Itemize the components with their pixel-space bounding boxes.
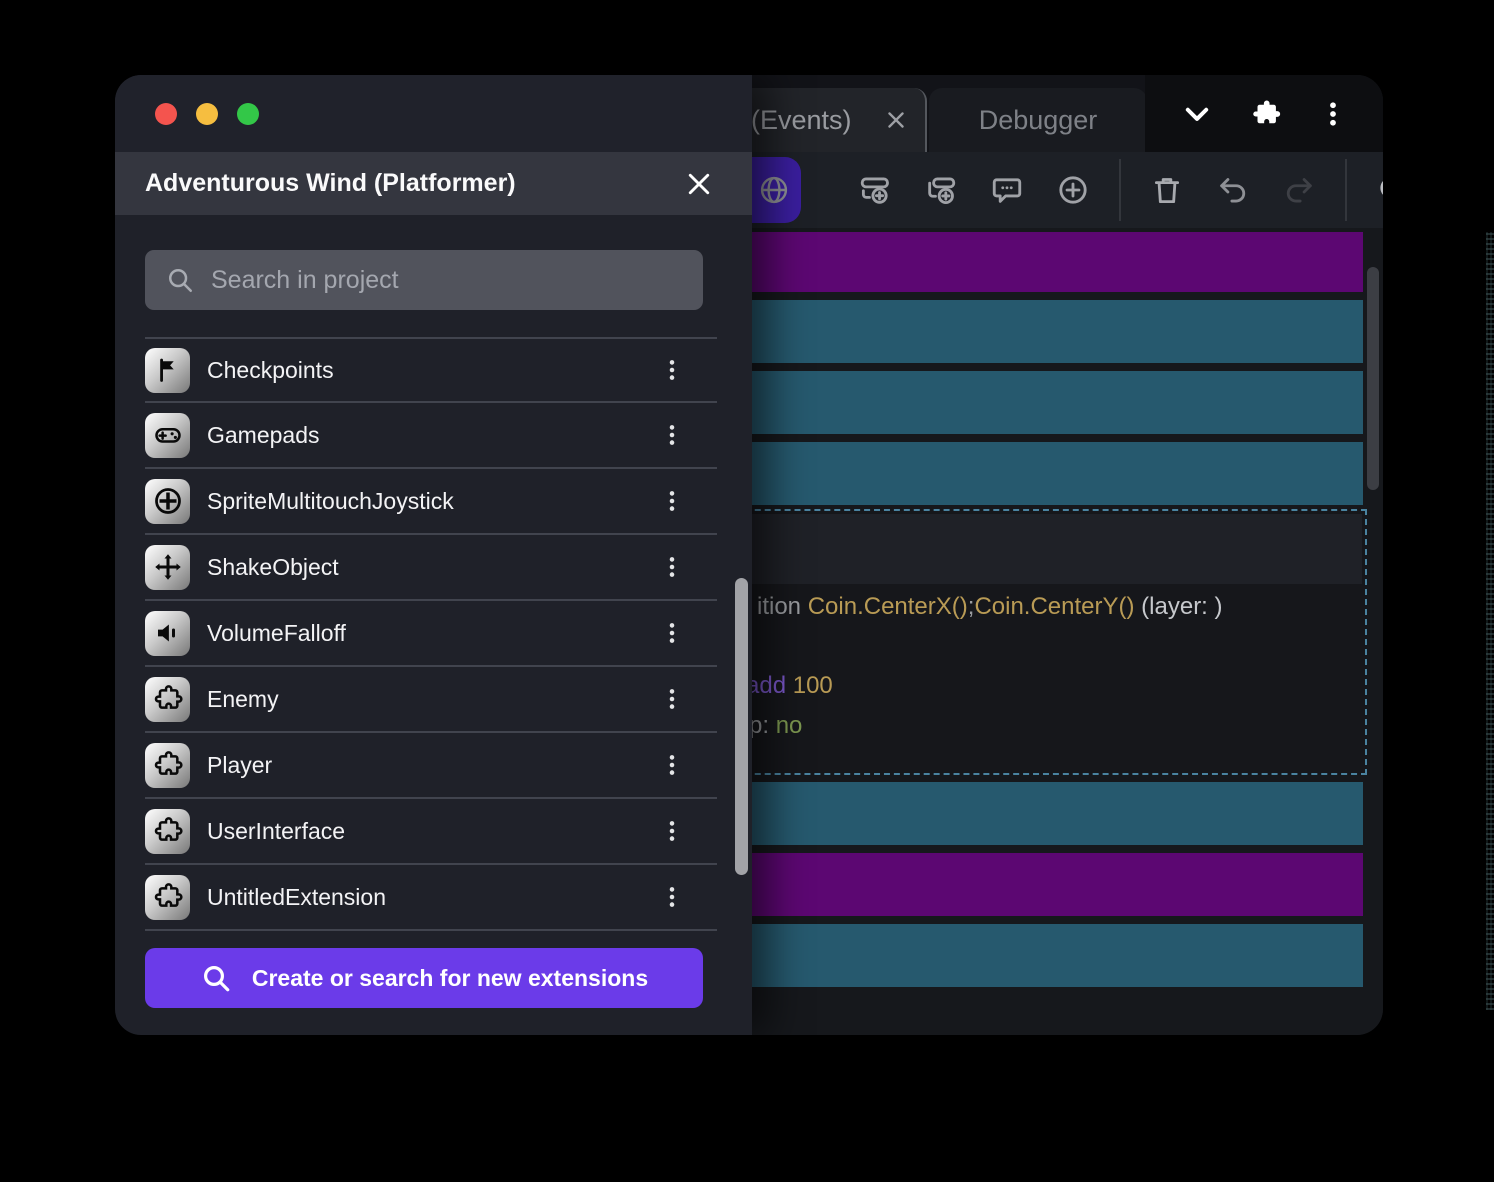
delete-icon[interactable] (1147, 170, 1187, 210)
event-row-purple[interactable] (715, 232, 1363, 292)
puzzle-outline-icon (145, 875, 190, 920)
item-menu-button[interactable] (657, 357, 687, 383)
item-menu-button[interactable] (657, 884, 687, 910)
screen-edge-artifact (1486, 232, 1494, 1010)
add-comment-icon[interactable] (987, 170, 1027, 210)
toolbar-divider (1345, 159, 1347, 221)
chevron-down-icon[interactable] (1180, 97, 1214, 131)
event-action-text[interactable]: ition Coin.CenterX();Coin.CenterY() (lay… (757, 593, 1223, 621)
tab-debugger[interactable]: Debugger (929, 88, 1147, 152)
create-extension-label: Create or search for new extensions (252, 965, 648, 992)
titlebar-actions (1145, 75, 1383, 152)
puzzle-outline-icon (145, 809, 190, 854)
extension-item[interactable]: SpriteMultitouchJoystick (145, 469, 717, 535)
globe-icon (757, 173, 791, 207)
create-extension-button[interactable]: Create or search for new extensions (145, 948, 703, 1008)
project-manager-panel: Adventurous Wind (Platformer) Checkpoint… (115, 75, 752, 1035)
speaker-icon (145, 611, 190, 656)
extension-item[interactable]: Gamepads (145, 403, 717, 469)
event-rows-bottom (715, 782, 1363, 987)
extension-item-label: Player (207, 752, 657, 779)
event-conditions-area[interactable] (720, 514, 1362, 584)
events-scrollbar-thumb[interactable] (1367, 267, 1379, 490)
extension-item-label: Gamepads (207, 422, 657, 449)
tab-events[interactable]: (Events) (737, 88, 927, 152)
extension-list: Checkpoints Gamepads SpriteMultitouchJoyst… (115, 337, 752, 931)
gamepad-icon (145, 413, 190, 458)
panel-scrollbar-thumb[interactable] (735, 578, 748, 875)
tab-debugger-label: Debugger (979, 105, 1098, 136)
tab-events-label: (Events) (751, 105, 852, 136)
search-input[interactable] (211, 250, 703, 310)
project-title: Adventurous Wind (Platformer) (145, 169, 516, 198)
project-manager-header: Adventurous Wind (Platformer) (115, 152, 752, 215)
item-menu-button[interactable] (657, 752, 687, 778)
item-menu-button[interactable] (657, 488, 687, 514)
close-panel-icon[interactable] (684, 169, 714, 199)
close-window-button[interactable] (155, 103, 177, 125)
desktop: (Events) Debugger (0, 0, 1494, 1182)
item-menu-button[interactable] (657, 818, 687, 844)
extension-item[interactable]: UntitledExtension (145, 865, 717, 931)
toolbar-buttons (855, 152, 1383, 228)
extension-item[interactable]: Checkpoints (145, 337, 717, 403)
flag-icon (145, 348, 190, 393)
search-icon (165, 265, 195, 295)
extension-item-label: UntitledExtension (207, 884, 657, 911)
item-menu-button[interactable] (657, 422, 687, 448)
extension-item-label: VolumeFalloff (207, 620, 657, 647)
undo-icon[interactable] (1213, 170, 1253, 210)
extension-item[interactable]: VolumeFalloff (145, 601, 717, 667)
extension-item-label: Enemy (207, 686, 657, 713)
toolbar-divider (1119, 159, 1121, 221)
event-row-purple[interactable] (715, 853, 1363, 916)
extension-item[interactable]: Player (145, 733, 717, 799)
search-icon (200, 962, 232, 994)
event-row-teal[interactable] (715, 442, 1363, 505)
close-tab-icon[interactable] (883, 107, 909, 133)
item-menu-button[interactable] (657, 686, 687, 712)
extension-item[interactable]: ShakeObject (145, 535, 717, 601)
extension-item[interactable]: UserInterface (145, 799, 717, 865)
add-event-icon[interactable] (855, 170, 895, 210)
extension-item-label: SpriteMultitouchJoystick (207, 488, 657, 515)
zoom-window-button[interactable] (237, 103, 259, 125)
extension-item[interactable]: Enemy (145, 667, 717, 733)
puzzle-outline-icon (145, 743, 190, 788)
gdevelop-window: (Events) Debugger (115, 75, 1383, 1035)
event-rows-top (715, 232, 1363, 505)
event-row-teal[interactable] (715, 924, 1363, 987)
item-menu-button[interactable] (657, 554, 687, 580)
extension-item-label: UserInterface (207, 818, 657, 845)
project-search (145, 250, 703, 310)
window-titlebar (115, 75, 752, 152)
search-icon[interactable] (1373, 170, 1383, 210)
event-row-teal[interactable] (715, 300, 1363, 363)
extension-item-label: Checkpoints (207, 357, 657, 384)
move-arrows-icon (145, 545, 190, 590)
add-circle-icon[interactable] (1053, 170, 1093, 210)
minimize-window-button[interactable] (196, 103, 218, 125)
puzzle-outline-icon (145, 677, 190, 722)
item-menu-button[interactable] (657, 620, 687, 646)
kebab-menu-icon[interactable] (1318, 97, 1348, 131)
puzzle-icon[interactable] (1249, 97, 1283, 131)
event-row-teal[interactable] (715, 371, 1363, 434)
extension-item-label: ShakeObject (207, 554, 657, 581)
joystick-icon (145, 479, 190, 524)
event-action-text[interactable]: add 100 (746, 672, 833, 700)
add-subevent-icon[interactable] (921, 170, 961, 210)
event-row-teal[interactable] (715, 782, 1363, 845)
selected-event[interactable]: ition Coin.CenterX();Coin.CenterY() (lay… (715, 509, 1367, 775)
event-action-text[interactable]: p: no (749, 712, 802, 740)
redo-icon (1279, 170, 1319, 210)
